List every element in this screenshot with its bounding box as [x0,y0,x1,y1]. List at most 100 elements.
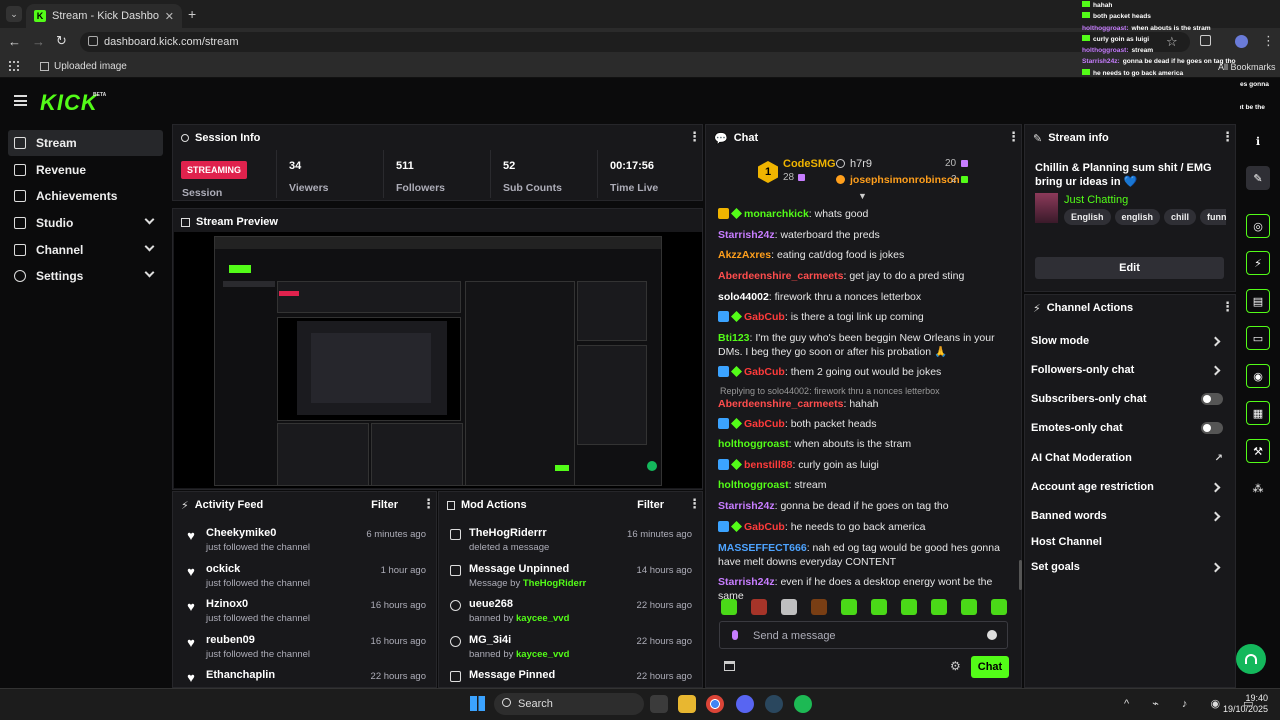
mod-row[interactable]: Message Unpinned Message by TheHogRiderr 1… [450,563,692,599]
stream-tag[interactable]: English [1064,209,1111,225]
chat-scrollbar[interactable] [1019,560,1022,590]
chat-message[interactable]: holthoggroast: stream [718,478,1018,492]
document-icon[interactable]: ▤ [1246,289,1270,313]
emote-icon[interactable] [841,599,857,615]
chat-settings-icon[interactable]: ⚙ [950,659,961,673]
activity-row[interactable]: ♥ Cheekymike0 just followed the channel 6 m… [184,527,426,563]
back-icon[interactable]: ← [8,34,21,49]
broadcast-icon[interactable]: ◉ [1246,364,1270,388]
taskbar-search[interactable]: Search [494,693,644,715]
mod-row[interactable]: Message Pinned 22 hours ago [450,669,692,686]
help-chat-button[interactable] [1236,644,1266,674]
task-view-icon[interactable] [650,695,668,713]
bolt-icon[interactable]: ⚡ [1246,251,1270,275]
file-explorer-icon[interactable] [678,695,696,713]
mod-filter-button[interactable]: Filter [637,499,664,511]
nav-item-stream[interactable]: Stream [8,130,163,156]
chat-icon[interactable]: ▭ [1246,326,1270,350]
chat-username[interactable]: Bti123 [718,332,750,344]
browser-tab[interactable]: K Stream - Kick Dashboard ✕ [26,4,182,28]
emote-icon[interactable] [991,599,1007,615]
mod-row[interactable]: ueue268 banned by kaycee_vvd 22 hours ago [450,598,692,634]
hamburger-menu-icon[interactable] [14,95,27,106]
reload-icon[interactable]: ↻ [56,33,67,49]
channel-action-emotes-only-chat[interactable]: Emotes-only chat [1031,418,1227,438]
activity-row[interactable]: ♥ Ethanchaplin 22 hours ago [184,669,426,686]
steam-icon[interactable] [765,695,783,713]
chat-input[interactable]: Send a message [719,621,1008,649]
chat-message[interactable]: GabCub: he needs to go back america [718,520,1018,534]
chat-username[interactable]: monarchkick [744,208,809,220]
mod-row[interactable]: TheHogRiderrr deleted a message 16 minutes… [450,527,692,563]
mic-icon[interactable] [732,630,738,640]
mod-row[interactable]: MG_3i4i banned by kaycee_vvd 22 hours ago [450,634,692,670]
emote-icon[interactable] [901,599,917,615]
chat-message[interactable]: GabCub: is there a togi link up coming [718,310,1018,324]
emote-icon[interactable] [811,599,827,615]
reply-context[interactable]: Replying to solo44002: firework thru a n… [720,384,1020,398]
nav-item-achievements[interactable]: Achievements [8,183,163,209]
chat-message[interactable]: holthoggroast: when abouts is the stram [718,437,1018,451]
chat-username[interactable]: GabCub [744,366,785,378]
chat-message[interactable]: AkzzAxres: eating cat/dog food is jokes [718,248,1018,262]
new-tab-button[interactable]: + [188,6,196,22]
nav-item-revenue[interactable]: Revenue [8,157,163,183]
chat-message[interactable]: GabCub: them 2 going out would be jokes [718,365,1018,379]
mod-actor[interactable]: TheHogRiderr [523,578,586,589]
chat-message[interactable]: MASSEFFECT666: nah ed og tag would be go… [718,541,1018,569]
pencil-icon[interactable]: ✎ [1246,166,1270,190]
channel-action-subscribers-only-chat[interactable]: Subscribers-only chat [1031,389,1227,409]
chat-username[interactable]: AkzzAxres [718,249,771,261]
activity-menu-icon[interactable] [422,496,435,512]
chat-menu-icon[interactable] [1007,129,1020,145]
emote-icon[interactable] [751,599,767,615]
chat-message[interactable]: Bti123: I'm the guy who's been beggin Ne… [718,331,1018,359]
chat-username[interactable]: holthoggroast [718,438,789,450]
edit-stream-button[interactable]: Edit [1035,257,1224,279]
chat-username[interactable]: holthoggroast [718,479,789,491]
session-menu-icon[interactable] [688,129,701,145]
chat-message[interactable]: Starrish24z: gonna be dead if he goes on… [718,499,1018,513]
discord-icon[interactable] [736,695,754,713]
category-name[interactable]: Just Chatting [1064,194,1128,206]
chat-message[interactable]: GabCub: both packet heads [718,417,1018,431]
layout-icon[interactable]: ▦ [1246,401,1270,425]
site-info-icon[interactable] [88,36,98,46]
chat-message[interactable]: Aberdeenshire_carmeets: hahah [718,397,1018,411]
activity-row[interactable]: ♥ reuben09 just followed the channel 16 hou… [184,634,426,670]
mod-actor[interactable]: kaycee_vvd [516,613,569,624]
forward-icon[interactable]: → [32,34,45,49]
chat-username[interactable]: Starrish24z [718,500,775,512]
store-icon[interactable] [724,661,735,671]
stream-tag[interactable]: funny [1200,209,1226,225]
chat-message[interactable]: Aberdeenshire_carmeets: get jay to do a … [718,269,1018,283]
channel-action-host-channel[interactable]: Host Channel [1031,532,1227,552]
send-chat-button[interactable]: Chat [971,656,1009,678]
target-icon[interactable]: ◎ [1246,214,1270,238]
kick-logo[interactable]: KICK [40,90,98,116]
mod-actor[interactable]: kaycee_vvd [516,649,569,660]
toggle-switch[interactable] [1201,422,1223,434]
url-input[interactable]: dashboard.kick.com/stream [80,32,1190,52]
emote-icon[interactable] [721,599,737,615]
chat-message[interactable]: Starrish24z: waterboard the preds [718,228,1018,242]
chat-username[interactable]: benstill88 [744,459,792,471]
channel-action-banned-words[interactable]: Banned words [1031,506,1227,526]
wrench-icon[interactable]: ⚒ [1246,439,1270,463]
mod-menu-icon[interactable] [688,496,701,512]
chat-username[interactable]: Aberdeenshire_carmeets [718,270,843,282]
activity-filter-button[interactable]: Filter [371,499,398,511]
emoji-icon[interactable] [987,630,997,640]
emote-icon[interactable] [781,599,797,615]
stream-tag[interactable]: chill [1164,209,1197,225]
expand-leaderboard-icon[interactable]: ▼ [858,191,867,201]
activity-row[interactable]: ♥ Hzinox0 just followed the channel 16 hour… [184,598,426,634]
chat-username[interactable]: Starrish24z [718,229,775,241]
windows-start-icon[interactable] [470,696,485,711]
chat-username[interactable]: MASSEFFECT666 [718,542,807,554]
nav-item-settings[interactable]: Settings [8,263,163,289]
channel-actions-menu-icon[interactable] [1221,299,1234,315]
bookmark-item[interactable]: Uploaded image [40,61,127,72]
emote-icon[interactable] [961,599,977,615]
chrome-icon[interactable] [706,695,724,713]
